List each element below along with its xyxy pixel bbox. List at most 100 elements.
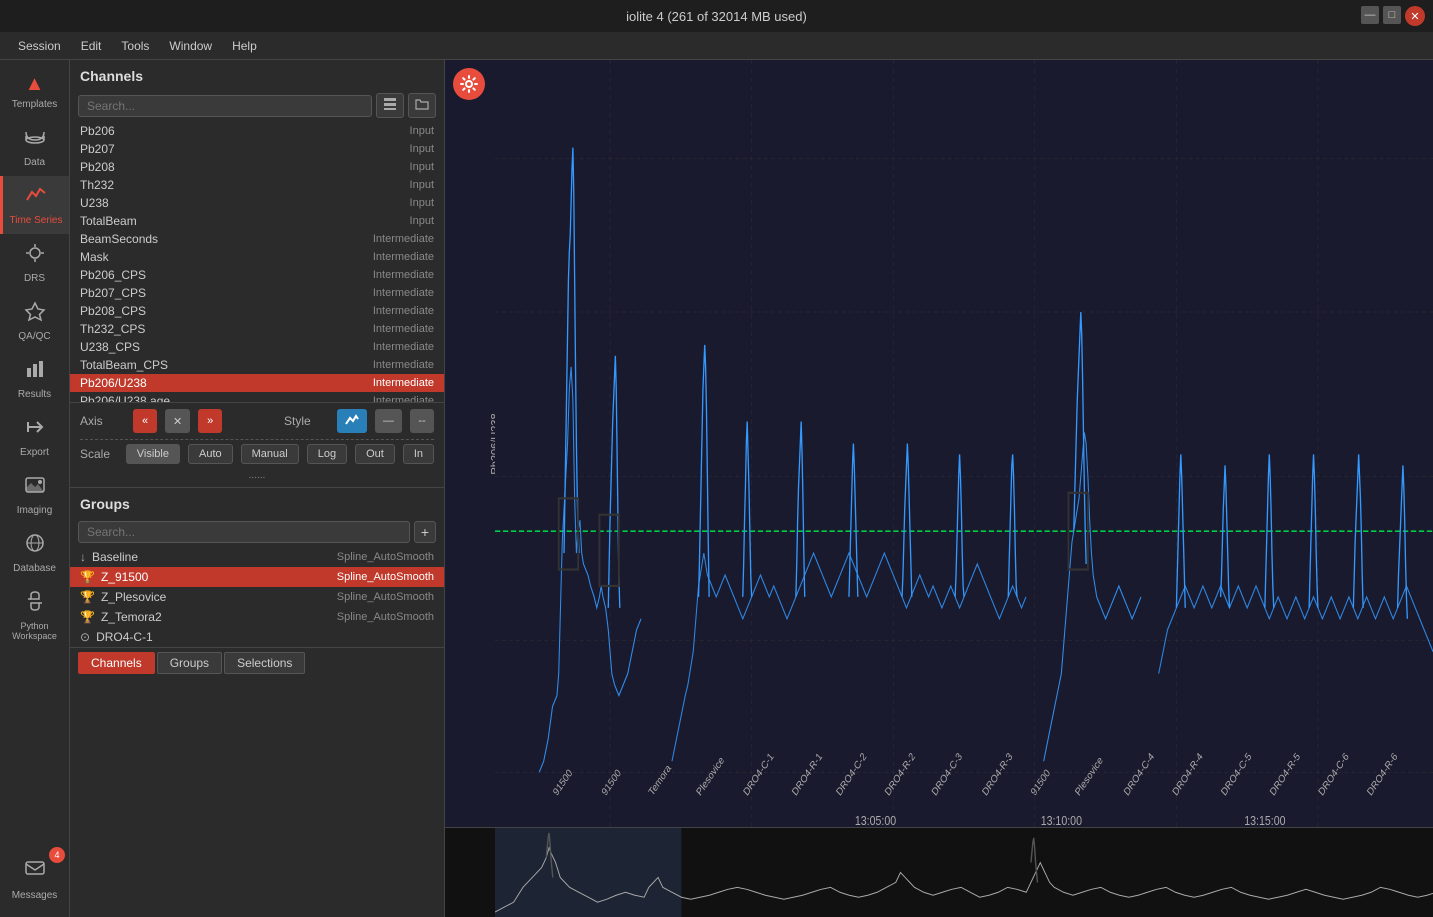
channel-row[interactable]: Th232Input [70, 176, 444, 194]
sidebar-item-qaqc[interactable]: QA/QC [0, 292, 69, 350]
style-btn1[interactable] [337, 409, 367, 433]
style-btn2[interactable]: — [375, 409, 402, 433]
sidebar-item-export[interactable]: Export [0, 408, 69, 466]
groups-search-input[interactable] [78, 521, 410, 543]
channel-row[interactable]: Pb208_CPSIntermediate [70, 302, 444, 320]
messages-icon [24, 859, 46, 887]
channel-row[interactable]: Th232_CPSIntermediate [70, 320, 444, 338]
menu-tools[interactable]: Tools [111, 36, 159, 56]
chart-area: Pb206/U238 🔍 � [445, 60, 1433, 917]
group-row[interactable]: 🏆Z_PlesoviceSpline_AutoSmooth [70, 587, 444, 607]
group-row[interactable]: ⊙DRO4-C-1 [70, 627, 444, 647]
channels-search-input[interactable] [78, 95, 372, 117]
groups-header: Groups [70, 488, 444, 517]
sidebar-item-database[interactable]: Database [0, 524, 69, 582]
channel-type: Intermediate [373, 323, 434, 335]
channel-row[interactable]: MaskIntermediate [70, 248, 444, 266]
sidebar-item-messages[interactable]: Messages 4 [0, 851, 69, 909]
group-circle-icon: ⊙ [80, 630, 90, 644]
templates-label: Templates [12, 99, 58, 110]
menu-help[interactable]: Help [222, 36, 267, 56]
channels-view-btn[interactable] [376, 93, 404, 118]
channel-type: Input [410, 125, 434, 137]
group-name: Z_91500 [101, 570, 337, 584]
channel-row[interactable]: TotalBeamInput [70, 212, 444, 230]
channel-row[interactable]: Pb206/U238 ageIntermediate [70, 392, 444, 402]
channel-type: Intermediate [373, 395, 434, 402]
channel-type: Intermediate [373, 359, 434, 371]
channel-type: Input [410, 143, 434, 155]
qaqc-label: QA/QC [18, 331, 50, 342]
channel-type: Input [410, 179, 434, 191]
menu-window[interactable]: Window [159, 36, 222, 56]
group-row[interactable]: ↓BaselineSpline_AutoSmooth [70, 547, 444, 567]
chart-mini[interactable] [445, 827, 1433, 917]
messages-label: Messages [12, 890, 58, 901]
menu-bar: Session Edit Tools Window Help [0, 32, 1433, 60]
tab-selections[interactable]: Selections [224, 652, 305, 674]
style-btn3[interactable]: -- [410, 409, 434, 433]
scale-out-btn[interactable]: Out [355, 444, 395, 464]
channel-type: Input [410, 161, 434, 173]
data-icon [24, 126, 46, 154]
chart-main: Pb206/U238 🔍 � [445, 60, 1433, 827]
chart-svg: 0.4 0.3 0.2 0.1 0 [495, 60, 1433, 827]
scale-log-btn[interactable]: Log [307, 444, 347, 464]
chart-settings-button[interactable] [453, 68, 485, 100]
left-panel: Channels Pb206InputPb207InputPb208InputT… [70, 60, 445, 917]
channel-type: Input [410, 197, 434, 209]
bottom-tabs: Channels Groups Selections [70, 647, 444, 674]
channel-row[interactable]: Pb206_CPSIntermediate [70, 266, 444, 284]
channels-search-bar [70, 89, 444, 122]
channel-row[interactable]: Pb206Input [70, 122, 444, 140]
channel-row[interactable]: Pb207Input [70, 140, 444, 158]
database-icon [24, 532, 46, 560]
svg-text:13:15:00: 13:15:00 [1244, 813, 1286, 827]
sidebar-item-results[interactable]: Results [0, 350, 69, 408]
sidebar-item-python[interactable]: Python Workspace [0, 582, 69, 649]
drs-label: DRS [24, 273, 45, 284]
scale-in-btn[interactable]: In [403, 444, 434, 464]
minimize-button[interactable]: — [1361, 6, 1379, 24]
axis-close-btn[interactable]: ✕ [165, 409, 190, 433]
group-row[interactable]: 🏆Z_91500Spline_AutoSmooth [70, 567, 444, 587]
group-type: Spline_AutoSmooth [337, 571, 434, 583]
channel-row[interactable]: U238Input [70, 194, 444, 212]
maximize-button[interactable]: □ [1383, 6, 1401, 24]
channel-row[interactable]: Pb206/U238Intermediate [70, 374, 444, 392]
tab-channels[interactable]: Channels [78, 652, 155, 674]
channel-row[interactable]: U238_CPSIntermediate [70, 338, 444, 356]
group-type: Spline_AutoSmooth [337, 611, 434, 623]
python-label: Python Workspace [4, 621, 65, 641]
sidebar-item-data[interactable]: Data [0, 118, 69, 176]
sidebar-item-templates[interactable]: ▲ Templates [0, 65, 69, 118]
channels-folder-btn[interactable] [408, 93, 436, 118]
channel-row[interactable]: BeamSecondsIntermediate [70, 230, 444, 248]
channel-type: Intermediate [373, 269, 434, 281]
channel-row[interactable]: Pb208Input [70, 158, 444, 176]
sidebar-item-imaging[interactable]: Imaging [0, 466, 69, 524]
menu-session[interactable]: Session [8, 36, 71, 56]
title-bar: iolite 4 (261 of 32014 MB used) — □ ✕ [0, 0, 1433, 32]
channel-row[interactable]: TotalBeam_CPSIntermediate [70, 356, 444, 374]
axis-right-btn[interactable]: » [198, 409, 222, 433]
sidebar-item-drs[interactable]: DRS [0, 234, 69, 292]
sidebar-item-timeseries[interactable]: Time Series [0, 176, 69, 234]
main-layout: ▲ Templates Data Time Series DRS QA/QC [0, 60, 1433, 917]
axis-left-btn[interactable]: « [133, 409, 157, 433]
scale-label: Scale [80, 447, 118, 461]
group-baseline-icon: ↓ [80, 550, 86, 564]
scale-manual-btn[interactable]: Manual [241, 444, 299, 464]
menu-edit[interactable]: Edit [71, 36, 112, 56]
groups-add-btn[interactable]: + [414, 521, 436, 543]
channel-row[interactable]: Pb207_CPSIntermediate [70, 284, 444, 302]
tab-groups[interactable]: Groups [157, 652, 222, 674]
close-button[interactable]: ✕ [1405, 6, 1425, 26]
scale-auto-btn[interactable]: Auto [188, 444, 233, 464]
scale-visible-btn[interactable]: Visible [126, 444, 180, 464]
messages-badge: 4 [49, 847, 65, 863]
group-trophy-icon: 🏆 [80, 610, 95, 624]
channel-type: Intermediate [373, 341, 434, 353]
channels-header: Channels [70, 60, 444, 89]
group-row[interactable]: 🏆Z_Temora2Spline_AutoSmooth [70, 607, 444, 627]
